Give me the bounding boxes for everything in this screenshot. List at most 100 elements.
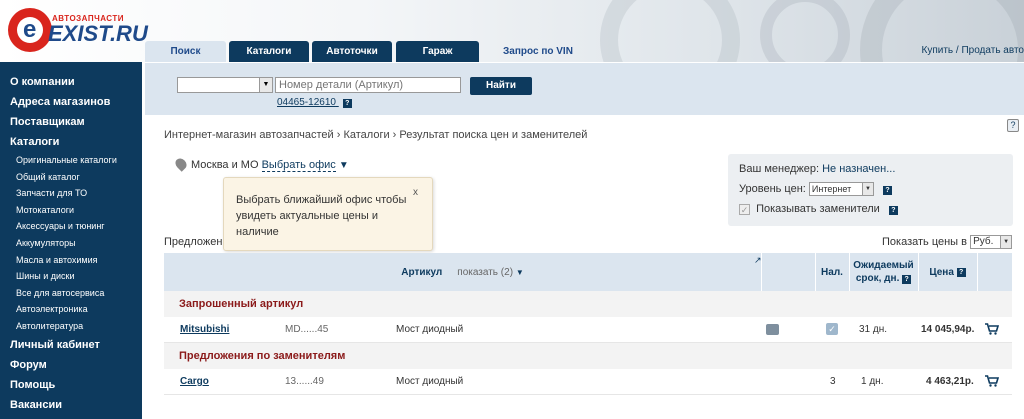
table-row[interactable]: Mitsubishi MD......45 Мост диодный ✓ 31 … bbox=[164, 317, 1012, 343]
sidebar-subitem-accessories[interactable]: Аксессуары и тюнинг bbox=[0, 218, 142, 235]
example-number[interactable]: 04465-12610 bbox=[277, 97, 336, 108]
add-to-cart-button[interactable] bbox=[985, 369, 999, 395]
buy-sell-link[interactable]: Купить / Продать авто bbox=[922, 45, 1024, 56]
chevron-down-icon: ▼ bbox=[1000, 236, 1012, 248]
show-substitutes-checkbox[interactable]: ✓ bbox=[739, 203, 750, 215]
map-pin-icon bbox=[173, 156, 189, 172]
site-logo[interactable]: e АВТОЗАПЧАСТИ EXIST.RU bbox=[8, 6, 148, 56]
column-article: Артикул показать (2) ▼ bbox=[164, 253, 761, 291]
sidebar-subitem-original-catalogs[interactable]: Оригинальные каталоги bbox=[0, 152, 142, 169]
tab-garage[interactable]: Гараж bbox=[396, 41, 479, 62]
row-price: 14 045,94р. bbox=[921, 324, 975, 335]
sidebar-item-catalogs[interactable]: Каталоги bbox=[0, 132, 142, 152]
sidebar-subitem-moto-catalogs[interactable]: Мотокаталоги bbox=[0, 202, 142, 219]
breadcrumb[interactable]: Интернет-магазин автозапчастей › Каталог… bbox=[164, 129, 587, 141]
add-to-cart-button[interactable] bbox=[985, 317, 999, 343]
sidebar-subitem-oils[interactable]: Масла и автохимия bbox=[0, 252, 142, 269]
row-availability: 3 bbox=[830, 376, 836, 387]
sidebar-item-suppliers[interactable]: Поставщикам bbox=[0, 112, 142, 132]
tab-catalogs[interactable]: Каталоги bbox=[229, 41, 309, 62]
currency-selector: Показать цены в Руб. ▼ bbox=[882, 235, 1013, 249]
header-decoration bbox=[600, 0, 740, 62]
row-brand[interactable]: Mitsubishi bbox=[180, 317, 229, 343]
example-number-link[interactable]: 04465-12610 ? bbox=[277, 97, 352, 108]
currency-value: Руб. bbox=[973, 236, 994, 247]
sidebar-item-help[interactable]: Помощь bbox=[0, 375, 142, 395]
tab-autopoints[interactable]: Автоточки bbox=[312, 41, 392, 62]
row-brand[interactable]: Cargo bbox=[180, 369, 209, 395]
row-name: Мост диодный bbox=[396, 324, 464, 335]
manager-row: Ваш менеджер: Не назначен... bbox=[739, 160, 1013, 180]
sidebar-item-stores[interactable]: Адреса магазинов bbox=[0, 92, 142, 112]
currency-select[interactable]: Руб. ▼ bbox=[970, 235, 1013, 249]
help-icon[interactable]: ? bbox=[342, 99, 352, 108]
header-decoration bbox=[760, 0, 850, 62]
show-columns-label[interactable]: показать (2) bbox=[457, 267, 513, 278]
sidebar-item-vacancies[interactable]: Вакансии bbox=[0, 395, 142, 415]
price-level-label: Уровень цен: bbox=[739, 183, 806, 195]
sidebar: О компании Адреса магазинов Поставщикам … bbox=[0, 62, 142, 419]
manager-value[interactable]: Не назначен... bbox=[822, 163, 895, 175]
sidebar-subitem-literature[interactable]: Автолитература bbox=[0, 318, 142, 335]
help-icon[interactable]: ? bbox=[956, 267, 966, 277]
sidebar-subitem-general-catalog[interactable]: Общий каталог bbox=[0, 169, 142, 186]
column-availability: Нал. bbox=[821, 266, 843, 278]
help-icon[interactable]: ? bbox=[902, 275, 912, 284]
page-help-icon[interactable]: ? bbox=[1007, 119, 1019, 132]
caret-down-icon[interactable]: ▼ bbox=[339, 160, 349, 171]
row-article: 13......49 bbox=[285, 376, 324, 387]
caret-down-icon: ▼ bbox=[515, 267, 524, 277]
section-substitutes: Предложения по заменителям bbox=[164, 343, 1012, 369]
show-substitutes-row: ✓ Показывать заменители ? bbox=[739, 200, 1013, 220]
column-expected-days: Ожидаемый срок, дн. ? bbox=[849, 253, 918, 291]
search-bar: ▼ Найти 04465-12610 ? bbox=[145, 63, 1024, 115]
manager-label: Ваш менеджер: bbox=[739, 163, 820, 175]
cart-icon[interactable] bbox=[985, 323, 999, 336]
sidebar-subitem-service[interactable]: Все для автосервиса bbox=[0, 285, 142, 302]
part-number-input[interactable] bbox=[275, 77, 461, 93]
column-price-label: Цена bbox=[929, 266, 954, 278]
expected-days-line1: Ожидаемый bbox=[853, 260, 914, 271]
row-price: 4 463,21р. bbox=[926, 376, 974, 387]
close-icon[interactable]: x bbox=[413, 185, 418, 201]
tab-vin-request[interactable]: Запрос по VIN bbox=[483, 41, 593, 62]
choose-office-link[interactable]: Выбрать офис bbox=[261, 159, 336, 172]
sidebar-subitem-batteries[interactable]: Аккумуляторы bbox=[0, 235, 142, 252]
sidebar-item-about[interactable]: О компании bbox=[0, 72, 142, 92]
expected-days-line2-wrap: срок, дн. ? bbox=[855, 272, 912, 285]
table-row[interactable]: Cargo 13......49 Мост диодный 3 1 дн. 4 … bbox=[164, 369, 1012, 395]
show-columns-toggle[interactable]: показать (2) ▼ bbox=[457, 266, 523, 279]
truck-icon bbox=[766, 323, 779, 335]
sidebar-item-account[interactable]: Личный кабинет bbox=[0, 335, 142, 355]
row-days: 31 дн. bbox=[859, 324, 888, 335]
price-level-select[interactable]: Интернет ▼ bbox=[808, 182, 874, 197]
results-table-header: Артикул показать (2) ▼ ↗ Нал. Ожидаемый … bbox=[164, 253, 1012, 291]
row-availability: ✓ bbox=[826, 317, 838, 343]
sidebar-subitem-maintenance-parts[interactable]: Запчасти для ТО bbox=[0, 185, 142, 202]
sidebar-subitem-tires[interactable]: Шины и диски bbox=[0, 268, 142, 285]
sidebar-subitem-electronics[interactable]: Автоэлектроника bbox=[0, 301, 142, 318]
show-substitutes-label: Показывать заменители bbox=[756, 203, 880, 215]
office-tooltip-text: Выбрать ближайший офис чтобы увидеть акт… bbox=[236, 194, 407, 238]
sidebar-item-forum[interactable]: Форум bbox=[0, 355, 142, 375]
tab-search[interactable]: Поиск bbox=[145, 41, 226, 62]
chevron-down-icon: ▼ bbox=[861, 183, 873, 196]
help-icon[interactable]: ? bbox=[882, 186, 892, 195]
find-button[interactable]: Найти bbox=[470, 77, 532, 95]
brand-select[interactable]: ▼ bbox=[177, 77, 273, 93]
cart-icon[interactable] bbox=[985, 375, 999, 388]
price-level-value: Интернет bbox=[811, 184, 852, 195]
row-delivery bbox=[766, 317, 779, 343]
price-level-row: Уровень цен: Интернет ▼ ? bbox=[739, 180, 1013, 200]
checkmark-icon: ✓ bbox=[826, 323, 838, 336]
logo-letter: e bbox=[23, 16, 37, 43]
help-icon[interactable]: ? bbox=[888, 206, 898, 215]
row-name: Мост диодный bbox=[396, 376, 464, 387]
city-label: Москва и МО bbox=[191, 159, 259, 171]
expected-days-line2: срок, дн. bbox=[855, 273, 900, 284]
location-selector: Москва и МО Выбрать офис ▼ bbox=[173, 156, 349, 172]
column-price: Цена ? bbox=[918, 253, 977, 291]
column-article-label[interactable]: Артикул bbox=[401, 266, 442, 279]
row-days: 1 дн. bbox=[861, 376, 884, 387]
site-header: e АВТОЗАПЧАСТИ EXIST.RU Поиск Каталоги А… bbox=[0, 0, 1024, 62]
